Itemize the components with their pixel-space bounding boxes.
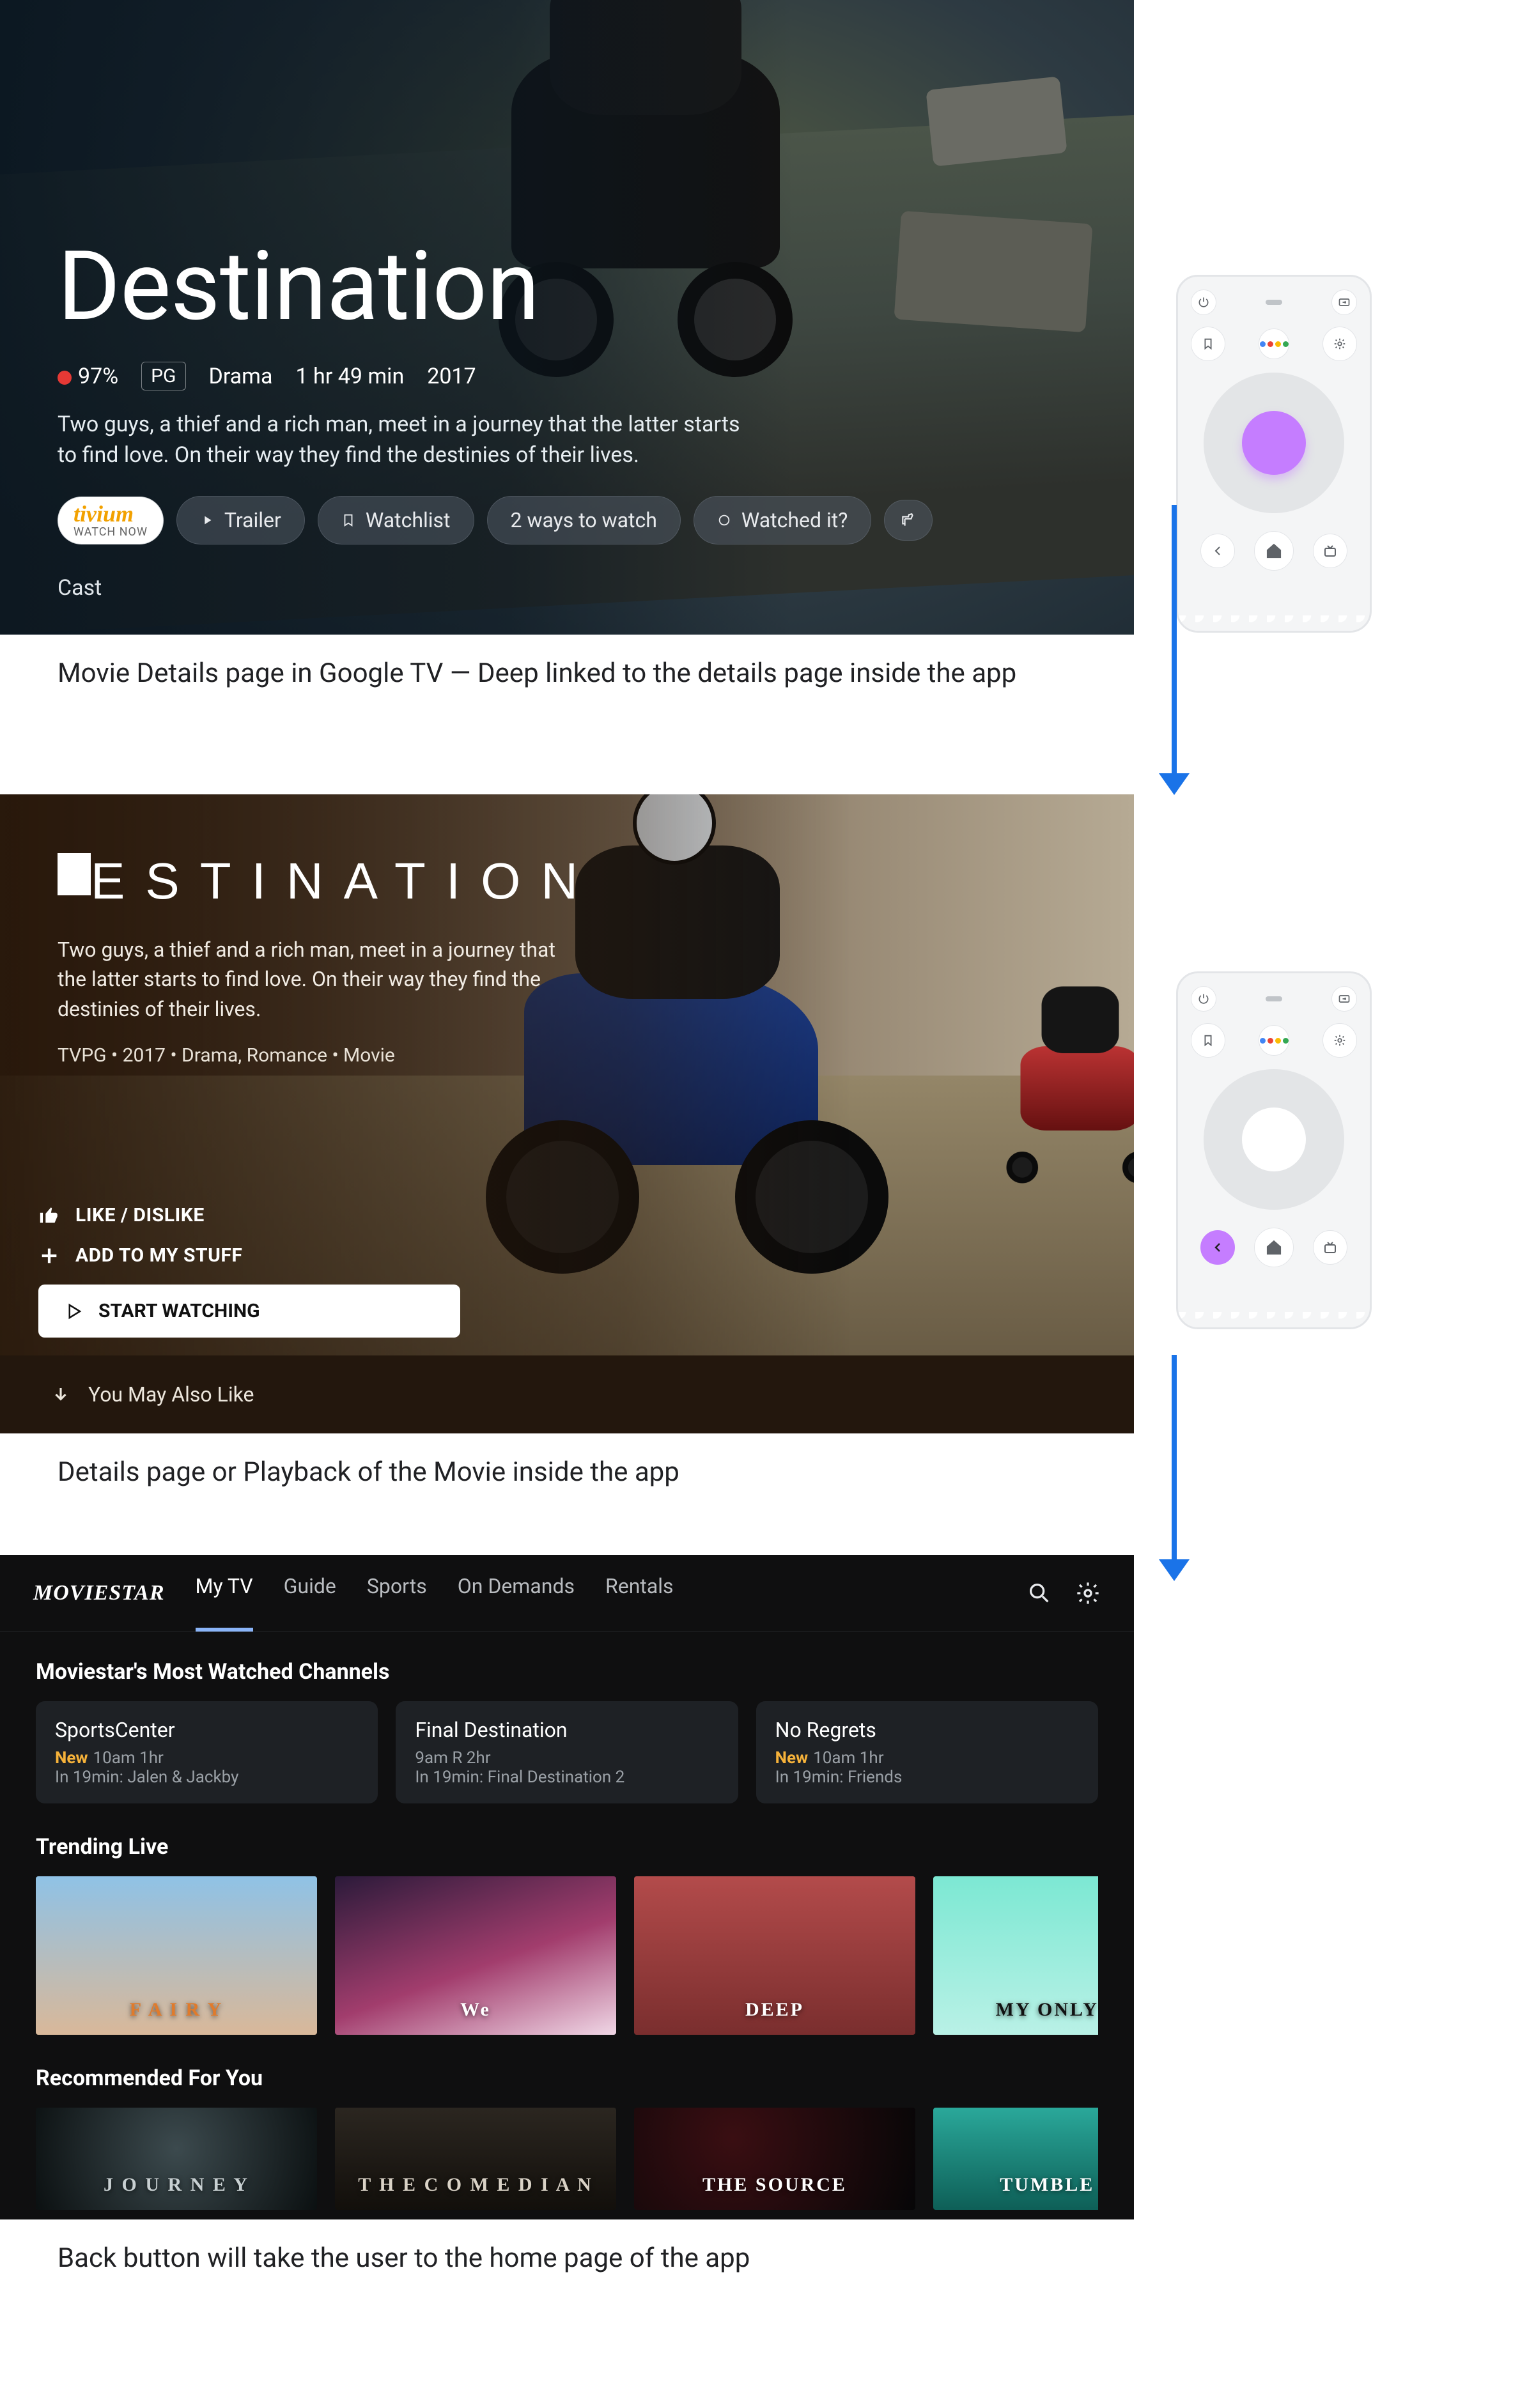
movie-runtime: 1 hr 49 min — [295, 364, 404, 389]
section-trending: Trending Live — [36, 1834, 1098, 1860]
content-thumbnail[interactable]: J O U R N E Y — [36, 2108, 317, 2210]
tab-sports[interactable]: Sports — [367, 1574, 427, 1612]
thumbnail-title: TUMBLE DRY — [1000, 2174, 1098, 2196]
thumbnail-title: F A I R Y — [130, 1999, 223, 2021]
back-button[interactable] — [1200, 534, 1235, 568]
bookmark-icon — [341, 513, 355, 527]
watchlist-button[interactable]: Watchlist — [318, 496, 474, 544]
add-to-my-stuff-button[interactable]: ADD TO MY STUFF — [38, 1244, 460, 1267]
thumbnail-title: THE SOURCE — [702, 2174, 847, 2196]
thumbnail-title: J O U R N E Y — [104, 2174, 249, 2196]
remote-1 — [1176, 275, 1372, 633]
trailer-button[interactable]: Trailer — [176, 496, 305, 544]
content-thumbnail[interactable]: MY ONLY ONE — [933, 1876, 1098, 2035]
thumbnail-title: MY ONLY ONE — [996, 1999, 1098, 2021]
content-thumbnail[interactable]: THE SOURCE — [634, 2108, 915, 2210]
tab-on-demands[interactable]: On Demands — [458, 1574, 575, 1612]
channel-card[interactable]: Final Destination9am R 2hrIn 19min: Fina… — [396, 1701, 738, 1803]
caption-1: Movie Details page in Google TV — Deep l… — [0, 635, 1134, 689]
dpad-select[interactable] — [1242, 1108, 1306, 1171]
dpad[interactable] — [1204, 373, 1344, 513]
live-tv-button[interactable] — [1313, 534, 1347, 568]
app-movie-title: DDESTINATIONESTINATION — [58, 852, 1076, 911]
plus-icon — [38, 1245, 60, 1267]
recommended-row: J O U R N E Y T H E C O M E D I A N THE SO… — [36, 2108, 1098, 2210]
assistant-button[interactable] — [1259, 1025, 1289, 1056]
thumbnail-title: We — [460, 1999, 491, 2021]
cast-header: Cast — [58, 575, 1076, 601]
content-thumbnail[interactable]: TUMBLE DRY — [933, 2108, 1098, 2210]
circle-icon — [717, 513, 731, 527]
movie-metadata-row: 97% PG Drama 1 hr 49 min 2017 — [58, 362, 1076, 390]
provider-sub: WATCH NOW — [74, 525, 148, 539]
arrow-down-icon — [51, 1385, 70, 1404]
thumbs-icon — [900, 512, 917, 529]
app-metadata: TVPG • 2017 • Drama, Romance • Movie — [58, 1044, 1076, 1067]
rate-button[interactable] — [884, 500, 933, 541]
power-button[interactable] — [1191, 289, 1216, 315]
you-may-also-like-row[interactable]: You May Also Like — [0, 1355, 1134, 1433]
search-icon[interactable] — [1027, 1580, 1052, 1606]
mic-hole — [1266, 996, 1282, 1001]
dpad[interactable] — [1204, 1069, 1344, 1210]
content-thumbnail[interactable]: We — [335, 1876, 616, 2035]
movie-synopsis: Two guys, a thief and a rich man, meet i… — [58, 410, 748, 470]
start-watching-button[interactable]: START WATCHING — [38, 1285, 460, 1338]
input-button[interactable] — [1331, 289, 1357, 315]
critic-score: 97% — [58, 364, 118, 389]
content-thumbnail[interactable]: F A I R Y — [36, 1876, 317, 2035]
app-brand: MOVIESTAR — [33, 1581, 165, 1605]
ways-to-watch-button[interactable]: 2 ways to watch — [487, 496, 681, 544]
home-button[interactable] — [1254, 1228, 1294, 1267]
assistant-button[interactable] — [1259, 328, 1289, 359]
play-icon — [64, 1302, 83, 1321]
play-icon — [200, 513, 214, 527]
content-thumbnail[interactable]: T H E C O M E D I A N — [335, 2108, 616, 2210]
watch-now-button[interactable]: tivium WATCH NOW — [58, 497, 164, 544]
caption-3: Back button will take the user to the ho… — [0, 2219, 1134, 2274]
thumbnail-title: DEEP — [745, 1999, 804, 2021]
top-tabs: My TV Guide Sports On Demands Rentals — [196, 1574, 674, 1612]
bookmark-button[interactable] — [1191, 1023, 1225, 1058]
channel-cards-row: SportsCenterNew10am 1hrIn 19min: Jalen &… — [36, 1701, 1098, 1803]
channel-card[interactable]: SportsCenterNew10am 1hrIn 19min: Jalen &… — [36, 1701, 378, 1803]
settings-button[interactable] — [1322, 1023, 1357, 1058]
app-synopsis: Two guys, a thief and a rich man, meet i… — [58, 935, 569, 1024]
action-row: tivium WATCH NOW Trailer Watchlist 2 way… — [58, 496, 1076, 544]
like-dislike-button[interactable]: LIKE / DISLIKE — [38, 1204, 460, 1226]
thumbnail-title: T H E C O M E D I A N — [358, 2174, 593, 2196]
back-button-highlighted[interactable] — [1200, 1230, 1235, 1265]
channel-card[interactable]: No RegretsNew10am 1hrIn 19min: Friends — [756, 1701, 1098, 1803]
movie-genre: Drama — [209, 364, 273, 389]
section-recommended: Recommended For You — [36, 2065, 1098, 2091]
live-tv-button[interactable] — [1313, 1230, 1347, 1265]
rating-badge: PG — [141, 362, 185, 390]
bookmark-button[interactable] — [1191, 327, 1225, 361]
flow-arrow-2 — [1157, 1355, 1191, 1581]
thumb-up-icon — [38, 1205, 60, 1226]
app-home-panel: MOVIESTAR My TV Guide Sports On Demands Rent… — [0, 1555, 1134, 2219]
provider-brand: tivium — [74, 502, 148, 525]
flow-arrow-1 — [1157, 505, 1191, 795]
home-button[interactable] — [1254, 531, 1294, 571]
trending-row: F A I R Y We DEEP MY ONLY ONE — [36, 1876, 1098, 2035]
caption-2: Details page or Playback of the Movie in… — [0, 1433, 1134, 1488]
movie-year: 2017 — [427, 364, 476, 389]
tab-rentals[interactable]: Rentals — [605, 1574, 674, 1612]
gear-icon[interactable] — [1075, 1580, 1101, 1606]
tab-guide[interactable]: Guide — [284, 1574, 336, 1612]
mic-hole — [1266, 300, 1282, 305]
power-button[interactable] — [1191, 986, 1216, 1012]
google-tv-details-panel: Destination 97% PG Drama 1 hr 49 min 201… — [0, 0, 1134, 635]
input-button[interactable] — [1331, 986, 1357, 1012]
settings-button[interactable] — [1322, 327, 1357, 361]
app-details-panel: DDESTINATIONESTINATION Two guys, a thief… — [0, 794, 1134, 1433]
watched-it-button[interactable]: Watched it? — [694, 496, 871, 544]
remote-2 — [1176, 971, 1372, 1329]
content-thumbnail[interactable]: DEEP — [634, 1876, 915, 2035]
movie-title: Destination — [58, 230, 1076, 343]
section-most-watched: Moviestar's Most Watched Channels — [36, 1659, 1098, 1685]
tab-my-tv[interactable]: My TV — [196, 1574, 253, 1612]
dpad-select[interactable] — [1242, 411, 1306, 475]
